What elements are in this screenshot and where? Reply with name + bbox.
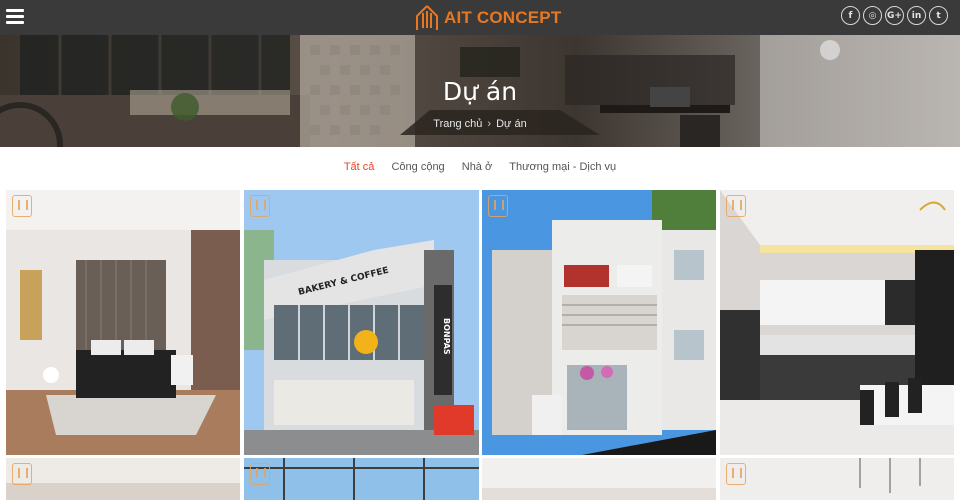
project-interior-3[interactable] xyxy=(482,458,716,500)
project-dining[interactable] xyxy=(720,458,954,500)
instagram-icon[interactable]: ◎ xyxy=(863,6,882,25)
project-filter-tabs: Tất cả Công cộng Nhà ở Thương mại - Dịch… xyxy=(0,161,960,173)
breadcrumb: Trang chủ › Dự án xyxy=(0,118,960,130)
linkedin-icon[interactable]: in xyxy=(907,6,926,25)
social-links: f ◎ G+ in t xyxy=(838,6,948,25)
ait-watermark-icon xyxy=(12,463,32,485)
breadcrumb-separator: › xyxy=(487,118,492,130)
project-facade-2[interactable] xyxy=(244,458,479,500)
interior-2-image xyxy=(6,458,240,500)
ait-watermark-icon xyxy=(488,195,508,217)
ait-watermark-icon xyxy=(12,195,32,217)
ait-watermark-icon xyxy=(250,463,270,485)
brand-logo[interactable]: AIT CONCEPT xyxy=(414,3,561,33)
ait-watermark-icon xyxy=(250,195,270,217)
facade-2-image xyxy=(244,458,479,500)
facebook-icon[interactable]: f xyxy=(841,6,860,25)
filter-all[interactable]: Tất cả xyxy=(344,161,375,173)
breadcrumb-home-link[interactable]: Trang chủ xyxy=(433,118,482,130)
twitter-icon[interactable]: t xyxy=(929,6,948,25)
dining-image xyxy=(720,458,954,500)
project-bakery-coffee[interactable]: BAKERY & COFFEE BONPAS xyxy=(244,190,479,455)
project-townhouse[interactable] xyxy=(482,190,716,455)
ait-logo-icon xyxy=(416,5,438,30)
hero-banner: Dự án Trang chủ › Dự án xyxy=(0,35,960,147)
brand-name: AIT CONCEPT xyxy=(444,8,562,27)
google-plus-icon[interactable]: G+ xyxy=(885,6,904,25)
ait-watermark-icon xyxy=(726,195,746,217)
filter-public[interactable]: Công cộng xyxy=(391,161,444,173)
filter-commercial[interactable]: Thương mại - Dịch vụ xyxy=(509,161,616,173)
project-bedroom[interactable] xyxy=(6,190,240,455)
kitchen-image xyxy=(720,190,954,455)
ait-watermark-icon xyxy=(726,463,746,485)
project-interior-2[interactable] xyxy=(6,458,240,500)
bonpas-sign: BONPAS xyxy=(442,318,451,355)
bakery-coffee-building-image: BAKERY & COFFEE BONPAS xyxy=(244,190,479,455)
interior-3-image xyxy=(482,458,716,500)
page-title: Dự án xyxy=(442,77,518,106)
top-navbar: AIT CONCEPT f ◎ G+ in t xyxy=(0,0,960,35)
townhouse-facade-image xyxy=(482,190,716,455)
filter-house[interactable]: Nhà ở xyxy=(462,161,492,173)
hamburger-menu-icon[interactable] xyxy=(6,9,24,25)
project-kitchen[interactable] xyxy=(720,190,954,455)
breadcrumb-current: Dự án xyxy=(496,118,527,130)
bedroom-image xyxy=(6,190,240,455)
